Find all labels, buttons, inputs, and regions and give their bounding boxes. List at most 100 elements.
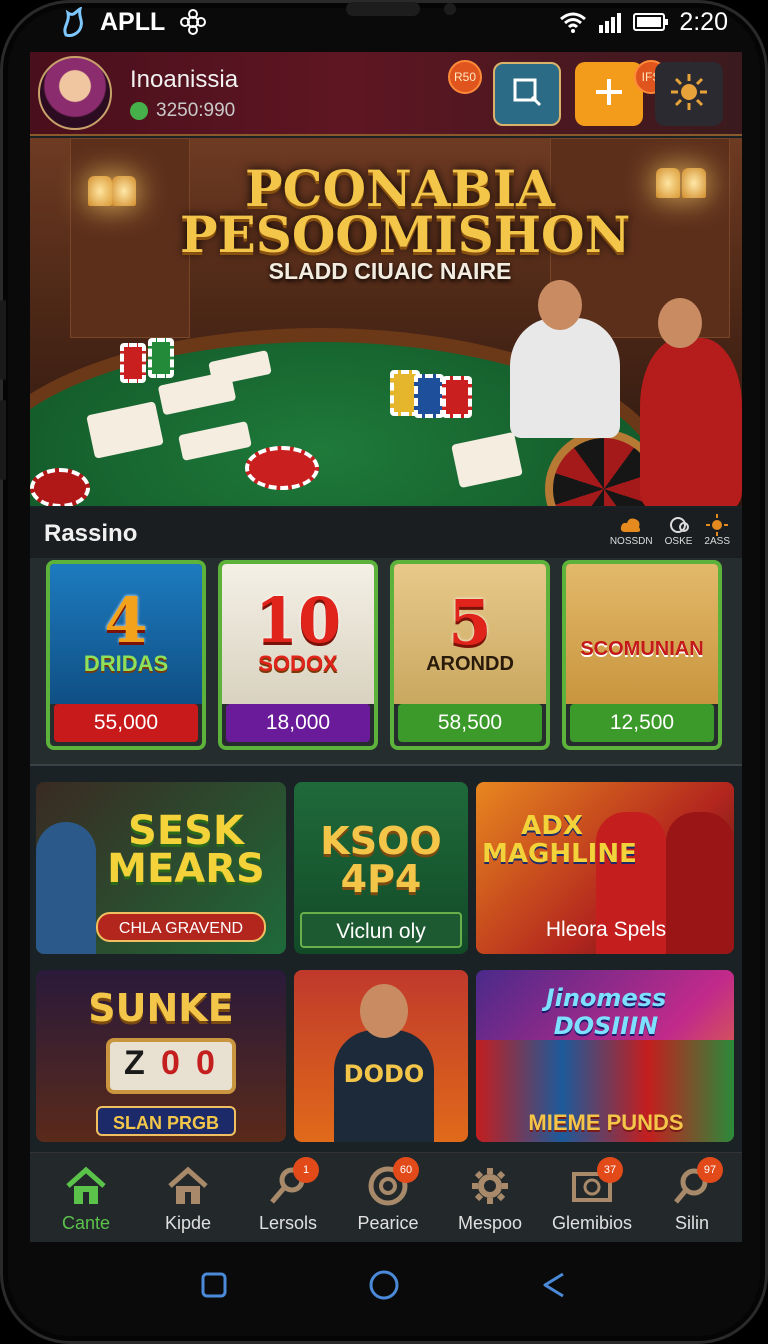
home-button[interactable] xyxy=(364,1265,404,1305)
game-tile[interactable]: DODO xyxy=(294,970,468,1142)
game-card[interactable]: SCOMUNIAN 12,500 xyxy=(562,560,722,750)
wall-panel xyxy=(70,138,190,338)
nav-item-cante[interactable]: Cante xyxy=(36,1161,136,1241)
cloud-icon xyxy=(620,514,642,536)
volume-button xyxy=(0,300,6,380)
game-tile[interactable]: SESK MEARS CHLA GRAVEND xyxy=(36,782,286,954)
game-card-price: 55,000 xyxy=(54,704,198,742)
balance-value: 3250:990 xyxy=(156,100,236,121)
filter-tool-label: NOSSDN xyxy=(609,536,653,547)
key-icon: 1 xyxy=(263,1157,319,1211)
avatar[interactable] xyxy=(38,56,112,130)
wall-lamp xyxy=(112,176,136,206)
nav-badge: 1 xyxy=(293,1157,319,1183)
promo-banner[interactable]: PCONABIA PESOOMISHON SLADD CIUAIC NAIRE xyxy=(30,138,742,506)
view-tool[interactable]: 2ASS xyxy=(704,514,730,547)
notification-badge[interactable]: R50 xyxy=(448,60,482,94)
game-card-art: SCOMUNIAN xyxy=(566,564,718,704)
sort-tool[interactable]: OSKE xyxy=(664,514,693,547)
nav-label: Silin xyxy=(674,1213,709,1233)
wall-lamp xyxy=(88,176,112,206)
game-card[interactable]: 10 SODOX 18,000 xyxy=(218,560,378,750)
nav-item-silin[interactable]: 97 Silin xyxy=(642,1157,742,1241)
tile-title: SUNKE xyxy=(88,986,234,1030)
player-figure xyxy=(360,984,408,1038)
status-bar: APLL 2:20 xyxy=(60,2,728,42)
gear-icon xyxy=(465,1161,515,1211)
bottom-nav: Cante Kipde 1 Lersols 60 Pearice Mespoo … xyxy=(30,1152,742,1242)
game-card-title: ARONDD xyxy=(426,652,514,675)
tile-title: DODO xyxy=(343,1060,425,1088)
nav-item-pearice[interactable]: 60 Pearice xyxy=(338,1157,438,1241)
tile-title: ADX MAGHLINE xyxy=(482,811,637,869)
nav-label: Mespoo xyxy=(457,1213,523,1233)
recents-button[interactable] xyxy=(194,1265,234,1305)
wall-lamp xyxy=(682,168,706,198)
game-card[interactable]: 4 DRIDAS 55,000 xyxy=(46,560,206,750)
player-figure xyxy=(510,318,620,438)
signal-icon xyxy=(597,11,623,33)
balance-display: 3250:990 xyxy=(130,100,235,122)
nav-label: Kipde xyxy=(164,1213,212,1233)
status-time: 2:20 xyxy=(679,7,728,36)
game-tile[interactable]: KSOO 4P4 Viclun oly xyxy=(294,782,468,954)
search-button[interactable] xyxy=(493,62,561,126)
settings-button[interactable] xyxy=(655,62,723,126)
tile-title: KSOO 4P4 xyxy=(320,819,442,901)
nav-label: Cante xyxy=(61,1213,111,1233)
chip-icon: 60 xyxy=(363,1157,419,1211)
nav-label: Glemibios xyxy=(551,1213,633,1233)
username: Inoanissia xyxy=(130,66,239,93)
chip-stack xyxy=(414,374,444,418)
coin-icon xyxy=(130,102,148,120)
tile-ribbon: SLAN PRGB xyxy=(96,1106,236,1136)
chip-stack xyxy=(442,376,472,418)
add-funds-button[interactable] xyxy=(575,62,643,126)
chip-stack xyxy=(148,338,174,378)
volume-button xyxy=(0,400,6,480)
profile-header: Inoanissia 3250:990 R50 IFS xyxy=(30,52,742,136)
app-screen: Inoanissia 3250:990 R50 IFS PCONABIA PES… xyxy=(30,52,742,1242)
wall-lamp xyxy=(656,168,680,198)
nav-badge: 37 xyxy=(597,1157,623,1183)
svg-text:0: 0 xyxy=(196,1044,215,1082)
game-card-price: 58,500 xyxy=(398,704,542,742)
game-tile[interactable]: ADX MAGHLINE Hleora Spels xyxy=(476,782,734,954)
nav-item-lersols[interactable]: 1 Lersols xyxy=(238,1157,338,1241)
game-tile[interactable]: SUNKE Z00 SLAN PRGB xyxy=(36,970,286,1142)
sort-tool-label: OSKE xyxy=(664,536,693,547)
game-card[interactable]: 5 ARONDD 58,500 xyxy=(390,560,550,750)
house-icon xyxy=(163,1161,213,1211)
game-card-art: 10 SODOX xyxy=(222,564,374,704)
game-tile[interactable]: Jinomess DOSIIIN MIEME PUNDS xyxy=(476,970,734,1142)
system-nav-bar xyxy=(0,1250,768,1320)
section-header: Rassino NOSSDN OSKE 2ASS xyxy=(30,508,742,558)
banner-title: PCONABIA PESOOMISHON xyxy=(180,164,631,264)
banner-subtitle: SLADD CIUAIC NAIRE xyxy=(268,258,512,284)
player-figure xyxy=(640,338,742,506)
search-icon: 97 xyxy=(667,1157,723,1211)
nav-item-mespoo[interactable]: Mespoo xyxy=(440,1161,540,1241)
player-figure xyxy=(538,280,582,330)
fire-icon xyxy=(60,7,86,37)
chip-stack xyxy=(120,343,146,383)
section-tools: NOSSDN OSKE 2ASS xyxy=(610,514,730,547)
filter-tool[interactable]: NOSSDN xyxy=(610,514,653,547)
tile-label: Viclun oly xyxy=(300,912,462,948)
game-card-number: 10 xyxy=(254,584,342,657)
carrier-name: APLL xyxy=(100,7,166,36)
game-card-art: 4 DRIDAS xyxy=(50,564,202,704)
wifi-icon xyxy=(559,11,587,33)
slot-reels: Z00 xyxy=(106,1038,236,1094)
player-figure xyxy=(658,298,702,348)
nav-item-glemibios[interactable]: 37 Glemibios xyxy=(542,1157,642,1241)
tile-ribbon: MIEME PUNDS xyxy=(528,1110,684,1135)
featured-games-row: 4 DRIDAS 55,000 10 SODOX 18,000 5 ARONDD… xyxy=(30,558,742,766)
search-icon xyxy=(510,75,544,114)
nav-item-kipde[interactable]: Kipde xyxy=(138,1161,238,1241)
nav-badge: 97 xyxy=(697,1157,723,1183)
nav-label: Lersols xyxy=(258,1213,318,1233)
banner-title-line2: PESOOMISHON xyxy=(180,205,631,264)
sun-settings-icon xyxy=(669,72,709,117)
back-button[interactable] xyxy=(534,1265,574,1305)
